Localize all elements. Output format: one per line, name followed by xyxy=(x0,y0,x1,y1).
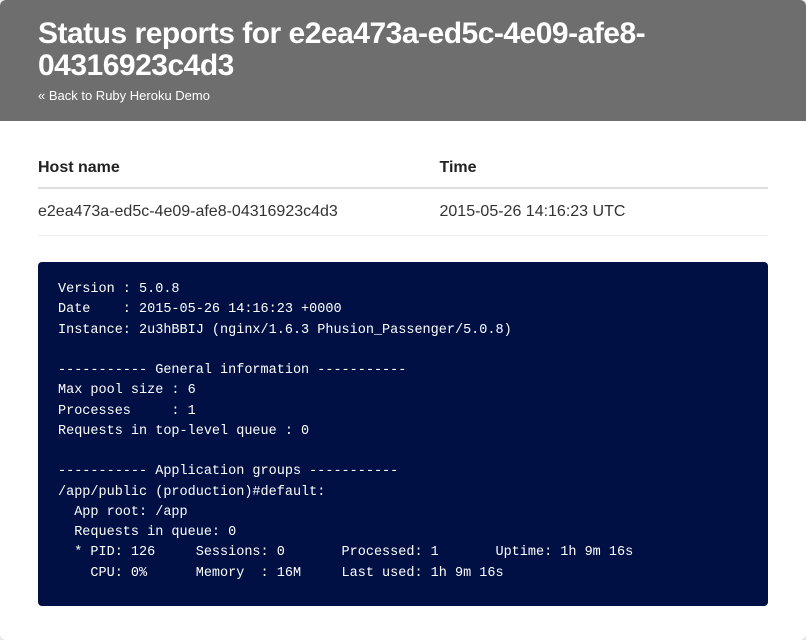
cell-hostname: e2ea473a-ed5c-4e09-afe8-04316923c4d3 xyxy=(38,188,440,236)
status-table: Host name Time e2ea473a-ed5c-4e09-afe8-0… xyxy=(38,151,768,236)
table-row[interactable]: e2ea473a-ed5c-4e09-afe8-04316923c4d3 201… xyxy=(38,188,768,236)
table-header-row: Host name Time xyxy=(38,151,768,188)
col-header-hostname: Host name xyxy=(38,151,440,188)
terminal-output: Version : 5.0.8 Date : 2015-05-26 14:16:… xyxy=(38,262,768,606)
cell-time: 2015-05-26 14:16:23 UTC xyxy=(440,188,769,236)
col-header-time: Time xyxy=(440,151,769,188)
status-report-card: Status reports for e2ea473a-ed5c-4e09-af… xyxy=(0,0,806,640)
page-title: Status reports for e2ea473a-ed5c-4e09-af… xyxy=(38,18,768,81)
card-header: Status reports for e2ea473a-ed5c-4e09-af… xyxy=(0,0,806,121)
back-link[interactable]: « Back to Ruby Heroku Demo xyxy=(38,88,210,103)
card-content: Host name Time e2ea473a-ed5c-4e09-afe8-0… xyxy=(0,121,806,640)
